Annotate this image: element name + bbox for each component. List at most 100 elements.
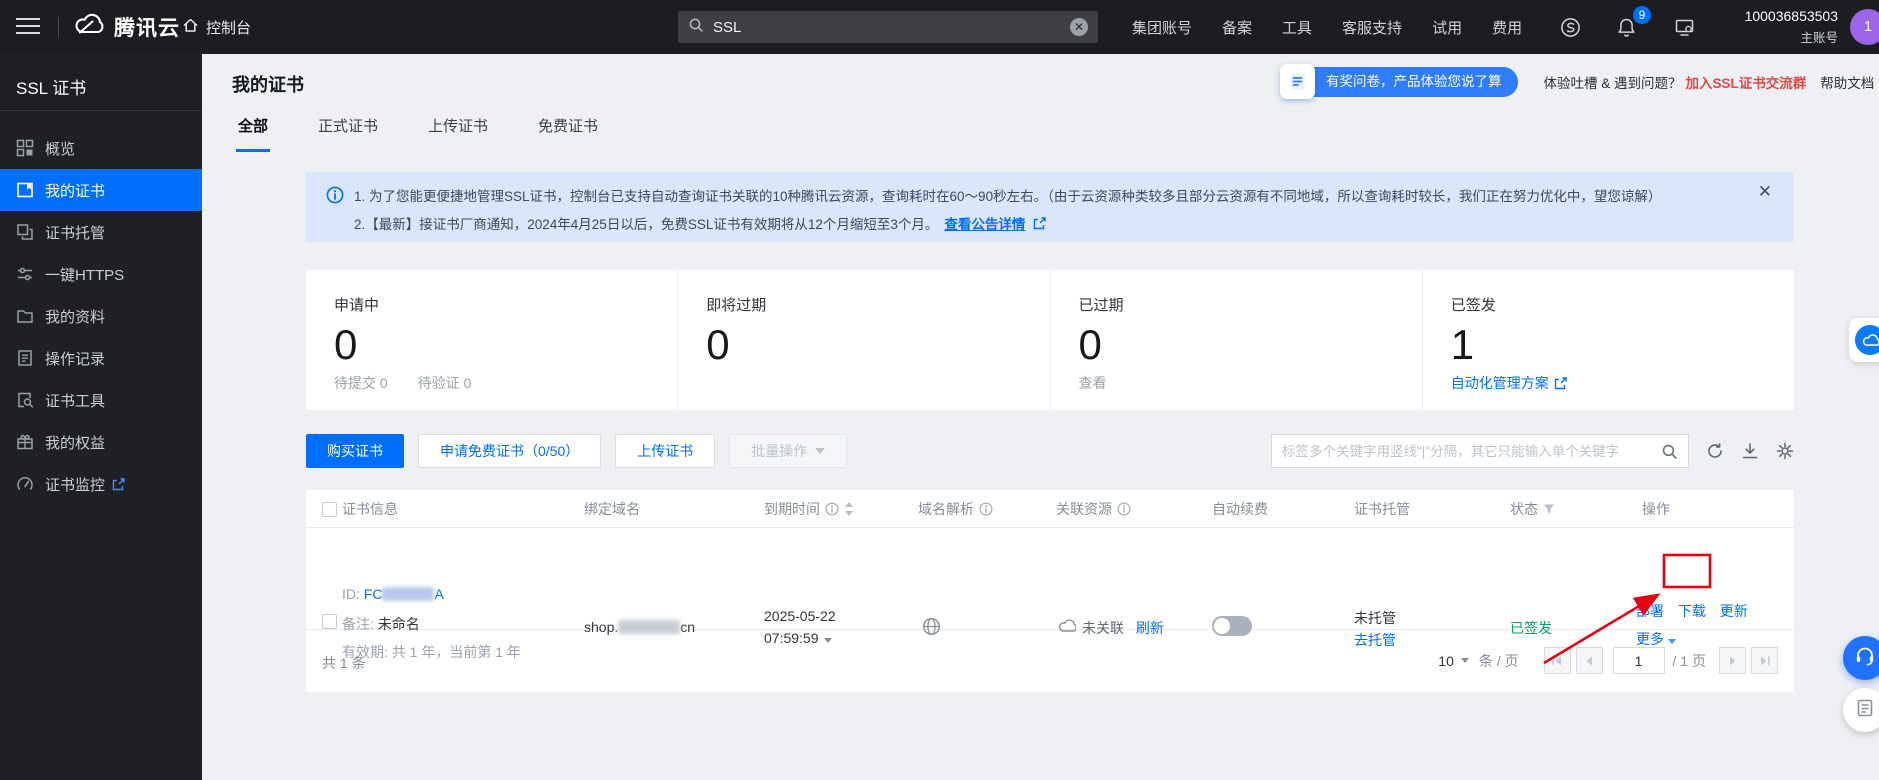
console-manage-icon[interactable] xyxy=(1674,17,1695,43)
info-icon[interactable] xyxy=(825,502,839,516)
survey-float-icon xyxy=(1855,325,1879,355)
chevron-down-icon xyxy=(815,448,825,454)
topbar-nav: 集团账号 备案 工具 客服支持 试用 费用 xyxy=(1132,0,1522,54)
chevron-down-icon xyxy=(1461,658,1469,663)
table-header: 证书信息 绑定域名 到期时间 域名解析 关联资源 自动续费 证书托管 状态 操作 xyxy=(306,490,1794,528)
join-group-link[interactable]: 加入SSL证书交流群 xyxy=(1686,72,1807,92)
headset-icon xyxy=(1854,645,1876,672)
sidebar-item-cert-tools[interactable]: 证书工具 xyxy=(0,379,202,421)
page-size-unit: 条 / 页 xyxy=(1479,651,1519,671)
contract-button[interactable] xyxy=(1843,688,1879,732)
sidebar-item-cert-monitor[interactable]: 证书监控 xyxy=(0,463,202,505)
close-icon[interactable]: ✕ xyxy=(1758,182,1772,202)
prev-page-button[interactable] xyxy=(1576,647,1603,674)
page-number-input[interactable] xyxy=(1613,647,1665,674)
banner-line1: 1. 为了您能更便捷地管理SSL证书，控制台已支持自动查询证书关联的10种腾讯云… xyxy=(354,185,1661,205)
sidebar-item-operation-log[interactable]: 操作记录 xyxy=(0,337,202,379)
keyword-search-input[interactable] xyxy=(1282,444,1661,459)
nav-support[interactable]: 客服支持 xyxy=(1342,17,1402,38)
nav-group-account[interactable]: 集团账号 xyxy=(1132,17,1192,38)
announcement-link[interactable]: 查看公告详情 xyxy=(944,217,1025,232)
buy-cert-button[interactable]: 购买证书 xyxy=(306,434,404,468)
customer-service-button[interactable] xyxy=(1843,636,1879,680)
last-page-button[interactable] xyxy=(1751,647,1778,674)
account-role: 主账号 xyxy=(1712,27,1838,46)
gear-icon[interactable] xyxy=(1776,442,1794,460)
help-doc-link[interactable]: 帮助文档 xyxy=(1820,72,1874,92)
select-all-checkbox[interactable] xyxy=(322,502,337,517)
info-icon[interactable] xyxy=(1117,502,1131,516)
view-link[interactable]: 查看 xyxy=(1079,373,1107,393)
https-icon xyxy=(16,265,34,283)
contract-icon xyxy=(1855,698,1875,723)
clear-icon[interactable]: ✕ xyxy=(1070,18,1088,36)
sidebar-item-one-click-https[interactable]: 一键HTTPS xyxy=(0,253,202,295)
console-link[interactable]: 控制台 xyxy=(182,17,251,38)
notification-badge[interactable]: 9 xyxy=(1633,6,1651,24)
upload-cert-button[interactable]: 上传证书 xyxy=(615,434,715,468)
sidebar-item-overview[interactable]: 概览 xyxy=(0,127,202,169)
col-cert-info: 证书信息 xyxy=(342,490,398,528)
tencent-cloud-logo[interactable]: 腾讯云 xyxy=(72,12,180,42)
search-icon[interactable] xyxy=(1661,443,1678,460)
row-checkbox[interactable] xyxy=(322,614,337,629)
page-size-select[interactable]: 10 xyxy=(1438,653,1469,669)
pagination: 共 1 条 10 条 / 页 / 1 页 xyxy=(306,630,1794,692)
global-search-input[interactable] xyxy=(713,19,1070,36)
home-icon xyxy=(182,17,199,38)
refresh-icon[interactable] xyxy=(1706,442,1724,460)
info-icon xyxy=(326,186,344,207)
table-toolbar: 购买证书 申请免费证书（0/50） 上传证书 批量操作 xyxy=(306,434,1794,468)
banner-line2: 2.【最新】接证书厂商通知，2024年4月25日以后，免费SSL证书有效期将从1… xyxy=(354,213,1046,233)
certificate-icon xyxy=(16,181,34,199)
notice-banner: 1. 为了您能更便捷地管理SSL证书，控制台已支持自动查询证书关联的10种腾讯云… xyxy=(306,172,1794,242)
batch-operation-button[interactable]: 批量操作 xyxy=(729,434,847,468)
update-link[interactable]: 更新 xyxy=(1720,603,1748,619)
survey-button[interactable]: 有奖问卷，产品体验您说了算 xyxy=(1282,67,1518,97)
sidebar-item-my-profile[interactable]: 我的资料 xyxy=(0,295,202,337)
stat-sub-pending-verify: 待验证 0 xyxy=(418,373,472,393)
redacted-id xyxy=(382,587,434,601)
first-page-button[interactable] xyxy=(1544,647,1571,674)
ticket-icon[interactable] xyxy=(1560,17,1581,43)
topbar-divider xyxy=(58,17,59,37)
hamburger-icon[interactable] xyxy=(16,18,40,36)
tab-uploaded-certs[interactable]: 上传证书 xyxy=(426,109,490,152)
nav-billing[interactable]: 费用 xyxy=(1492,17,1522,38)
nav-tools[interactable]: 工具 xyxy=(1282,17,1312,38)
apply-free-cert-button[interactable]: 申请免费证书（0/50） xyxy=(418,434,601,468)
col-associated-resources: 关联资源 xyxy=(1056,490,1131,528)
account-info[interactable]: 100036853503 主账号 xyxy=(1712,8,1838,46)
sidebar-item-my-benefits[interactable]: 我的权益 xyxy=(0,421,202,463)
tab-paid-certs[interactable]: 正式证书 xyxy=(316,109,380,152)
sidebar-item-cert-hosting[interactable]: 证书托管 xyxy=(0,211,202,253)
sidebar: SSL 证书 概览 我的证书 证书托管 一键HTTPS 我的资料 操作记录 xyxy=(0,54,202,780)
tab-free-certs[interactable]: 免费证书 xyxy=(536,109,600,152)
sidebar-item-my-certificates[interactable]: 我的证书 xyxy=(0,169,202,211)
feedback-float-tab[interactable] xyxy=(1849,318,1879,362)
download-icon[interactable] xyxy=(1741,442,1759,460)
log-icon xyxy=(16,349,34,367)
automation-link[interactable]: 自动化管理方案 xyxy=(1451,373,1567,393)
tab-all[interactable]: 全部 xyxy=(236,109,270,152)
bell-icon[interactable] xyxy=(1616,17,1637,43)
download-link[interactable]: 下载 xyxy=(1678,603,1706,619)
filter-icon[interactable] xyxy=(1543,503,1555,515)
next-page-button[interactable] xyxy=(1719,647,1746,674)
expire-date: 2025-05-22 xyxy=(764,608,836,624)
survey-doc-icon xyxy=(1280,64,1315,99)
sort-icon[interactable] xyxy=(844,502,854,516)
stat-value: 0 xyxy=(706,324,1049,366)
cloud-logo-icon xyxy=(72,12,106,42)
nav-trial[interactable]: 试用 xyxy=(1432,17,1462,38)
nav-icp[interactable]: 备案 xyxy=(1222,17,1252,38)
stat-applying: 申请中 0 待提交 0待验证 0 xyxy=(306,270,677,410)
external-link-icon xyxy=(112,478,125,491)
info-icon[interactable] xyxy=(979,502,993,516)
stat-value: 0 xyxy=(334,324,677,366)
monitor-icon xyxy=(16,475,34,493)
deploy-link[interactable]: 部署 xyxy=(1636,603,1664,619)
overview-icon xyxy=(16,139,34,157)
benefit-icon xyxy=(16,433,34,451)
avatar[interactable]: 1 xyxy=(1850,9,1879,45)
